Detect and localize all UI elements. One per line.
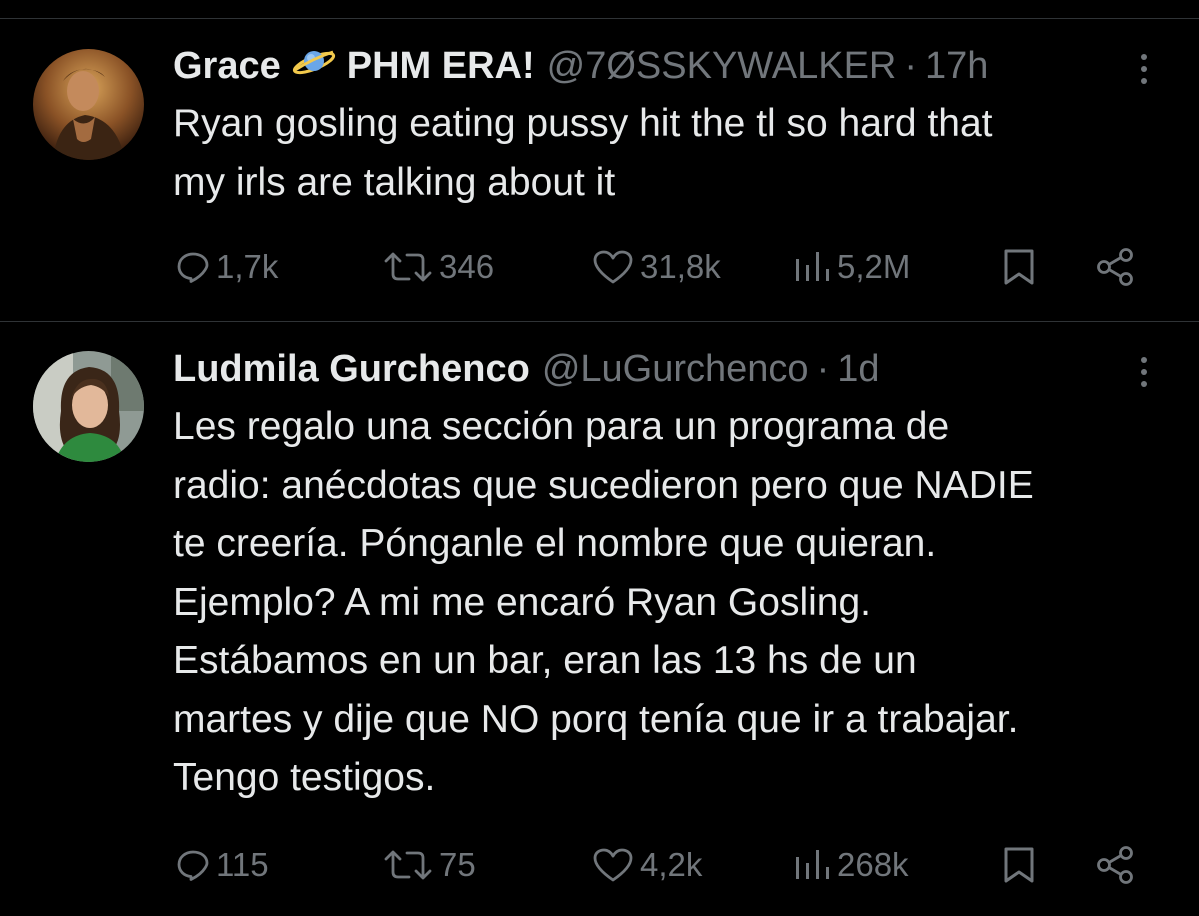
reply-button[interactable]: 1,7k — [176, 242, 278, 292]
more-vertical-icon[interactable] — [1134, 352, 1154, 392]
handle[interactable]: @LuGurchenco — [542, 347, 809, 391]
retweet-button[interactable]: 75 — [383, 840, 476, 890]
heart-icon — [592, 249, 634, 285]
action-bar: 1,7k 346 31,8k 5,2M — [0, 242, 1199, 292]
views-count: 5,2M — [837, 248, 911, 285]
retweet-icon — [383, 848, 433, 882]
tweet-text: Les regalo una sección para un programa … — [173, 405, 1034, 799]
handle[interactable]: @7ØSSKYWALKER — [547, 44, 897, 88]
share-icon — [1095, 845, 1137, 885]
views-icon — [793, 847, 831, 883]
like-count: 31,8k — [640, 248, 721, 285]
tweet-header: Grace PHM ERA! @7ØSSKYWALKER · 17h — [173, 44, 988, 88]
share-icon — [1095, 247, 1137, 287]
tweet-header: Ludmila Gurchenco @LuGurchenco · 1d — [173, 347, 880, 391]
bookmark-button[interactable] — [1002, 242, 1036, 292]
reply-icon — [176, 848, 210, 882]
timestamp[interactable]: 1d — [837, 347, 879, 391]
views-count: 268k — [837, 846, 909, 883]
retweet-count: 346 — [439, 248, 495, 285]
heart-icon — [592, 847, 634, 883]
retweet-count: 75 — [439, 846, 476, 883]
display-name[interactable]: Ludmila Gurchenco — [173, 347, 530, 391]
share-button[interactable] — [1095, 242, 1137, 292]
reply-button[interactable]: 115 — [176, 840, 269, 890]
like-button[interactable]: 4,2k — [592, 840, 702, 890]
planet-icon — [291, 44, 337, 88]
retweet-icon — [383, 250, 433, 284]
avatar[interactable] — [33, 49, 144, 160]
share-button[interactable] — [1095, 840, 1137, 890]
reply-icon — [176, 250, 210, 284]
bookmark-icon — [1002, 247, 1036, 287]
reply-count: 115 — [216, 846, 269, 883]
tweet-grace[interactable]: Grace PHM ERA! @7ØSSKYWALKER · 17h Ryan … — [0, 19, 1199, 321]
bookmark-icon — [1002, 845, 1036, 885]
separator: · — [904, 45, 918, 87]
tweet-text: Ryan gosling eating pussy hit the tl so … — [173, 102, 993, 204]
avatar[interactable] — [33, 351, 144, 462]
tweet-ludmila[interactable]: Ludmila Gurchenco @LuGurchenco · 1d Les … — [0, 322, 1199, 916]
retweet-button[interactable]: 346 — [383, 242, 494, 292]
timestamp[interactable]: 17h — [925, 44, 988, 88]
action-bar: 115 75 4,2k 268k — [0, 840, 1199, 890]
display-name-suffix[interactable]: PHM ERA! — [347, 44, 535, 88]
display-name[interactable]: Grace — [173, 44, 281, 88]
like-count: 4,2k — [640, 846, 703, 883]
more-vertical-icon[interactable] — [1134, 49, 1154, 89]
separator: · — [816, 348, 830, 390]
views-button[interactable]: 5,2M — [793, 242, 910, 292]
views-button[interactable]: 268k — [793, 840, 909, 890]
views-icon — [793, 249, 831, 285]
like-button[interactable]: 31,8k — [592, 242, 721, 292]
bookmark-button[interactable] — [1002, 840, 1036, 890]
reply-count: 1,7k — [216, 248, 279, 285]
